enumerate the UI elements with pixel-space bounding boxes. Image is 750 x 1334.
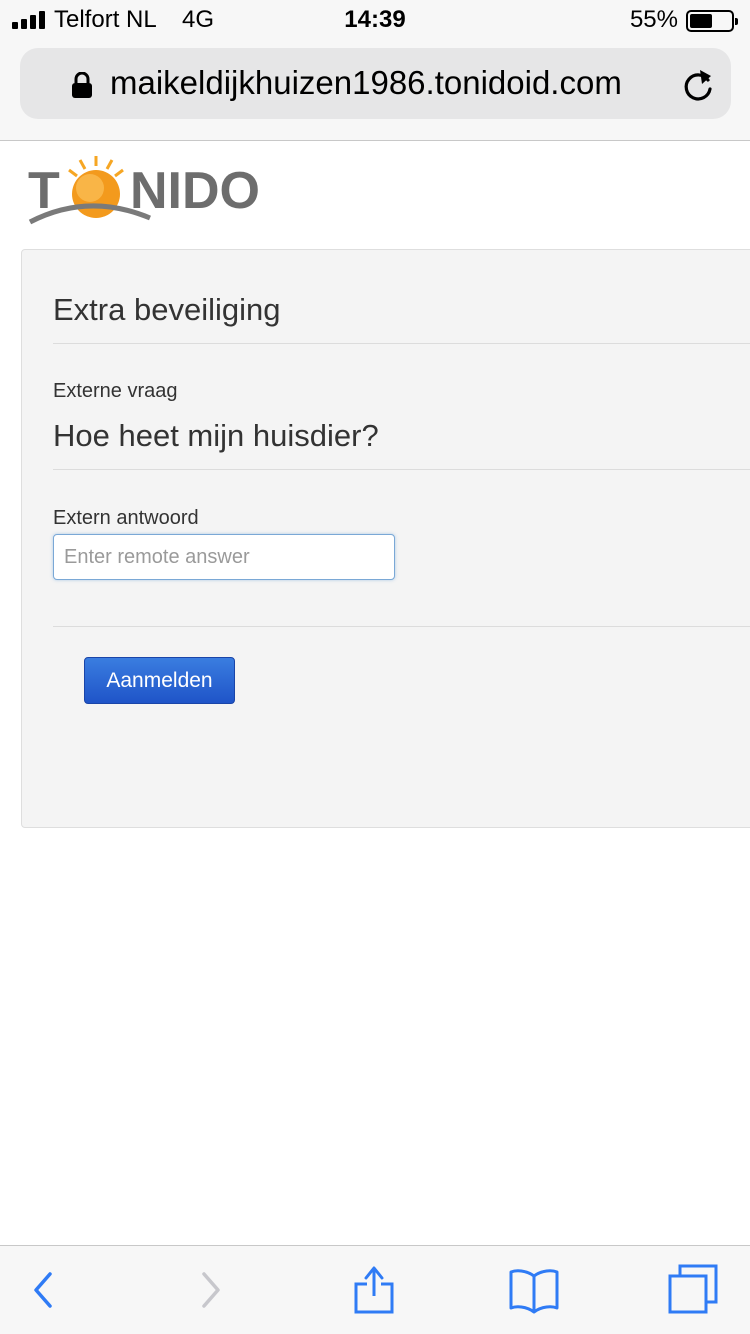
battery-icon <box>686 10 738 32</box>
url-text[interactable]: maikeldijkhuizen1986.tonidoid.com <box>110 64 622 102</box>
question-label: Externe vraag <box>53 380 178 402</box>
address-bar[interactable]: maikeldijkhuizen1986.tonidoid.com <box>20 48 731 119</box>
remote-answer-input[interactable] <box>53 534 395 580</box>
bookmarks-icon[interactable] <box>508 1264 560 1316</box>
reload-icon[interactable] <box>681 67 715 103</box>
battery-percentage: 55% <box>629 6 678 33</box>
browser-address-area: maikeldijkhuizen1986.tonidoid.com <box>0 40 750 141</box>
login-button[interactable]: Aanmelden <box>84 657 235 704</box>
title-divider <box>53 343 750 344</box>
panel-title: Extra beveiliging <box>53 292 281 327</box>
browser-toolbar <box>0 1245 750 1334</box>
form-divider <box>53 626 750 627</box>
extra-security-panel: Extra beveiliging Externe vraag Hoe heet… <box>21 249 750 828</box>
security-question: Hoe heet mijn huisdier? <box>53 418 379 453</box>
logo-text-t: T <box>28 162 60 220</box>
tonido-logo: T NIDO <box>28 156 260 225</box>
logo-text-nido: NIDO <box>130 162 260 220</box>
answer-label: Extern antwoord <box>53 507 199 529</box>
battery-level <box>690 14 712 28</box>
tabs-icon[interactable] <box>666 1264 720 1316</box>
question-divider <box>53 469 750 470</box>
share-icon[interactable] <box>352 1264 396 1316</box>
lock-icon <box>72 72 92 98</box>
status-bar: Telfort NL 4G 14:39 55% <box>0 0 750 40</box>
back-icon[interactable] <box>28 1264 58 1316</box>
forward-icon[interactable] <box>196 1264 226 1316</box>
